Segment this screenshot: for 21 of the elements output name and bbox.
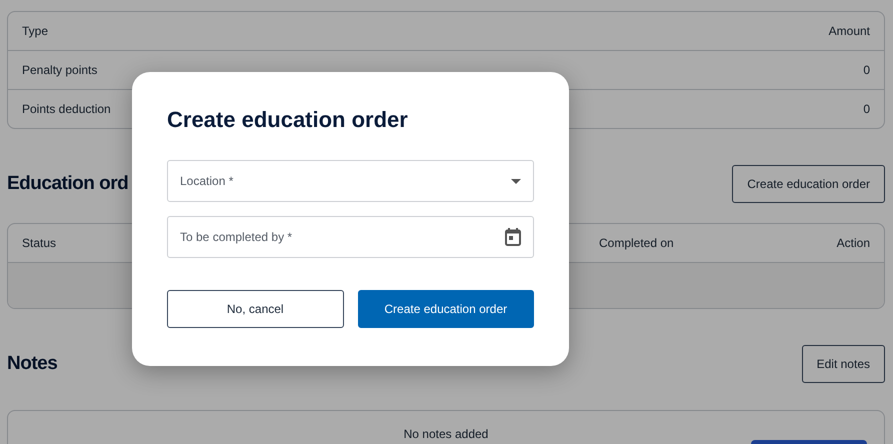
table-cell: 0 bbox=[863, 102, 870, 116]
column-header: Completed on bbox=[599, 236, 674, 250]
table-cell: 0 bbox=[863, 63, 870, 77]
column-header: Amount bbox=[828, 24, 870, 38]
cancel-button[interactable]: No, cancel bbox=[167, 290, 344, 328]
table-cell: Points deduction bbox=[22, 102, 111, 116]
date-field[interactable]: To be completed by * bbox=[180, 230, 292, 244]
dropdown-caret-icon bbox=[511, 178, 521, 184]
section-heading: Education ord bbox=[7, 173, 128, 195]
column-header: Status bbox=[22, 236, 56, 250]
table-cell: Penalty points bbox=[22, 63, 98, 77]
column-header: Type bbox=[22, 24, 48, 38]
dialog-title: Create education order bbox=[167, 107, 409, 133]
create-education-order-button[interactable]: Create education order bbox=[732, 165, 885, 203]
create-button[interactable]: Create education order bbox=[358, 290, 534, 328]
section-heading: Notes bbox=[7, 353, 58, 375]
edit-notes-button[interactable]: Edit notes bbox=[802, 345, 885, 383]
calendar-icon[interactable] bbox=[505, 228, 521, 246]
location-select[interactable]: Location * bbox=[180, 174, 234, 188]
column-header: Action bbox=[836, 236, 870, 250]
empty-notes-message: No notes added bbox=[404, 427, 488, 441]
